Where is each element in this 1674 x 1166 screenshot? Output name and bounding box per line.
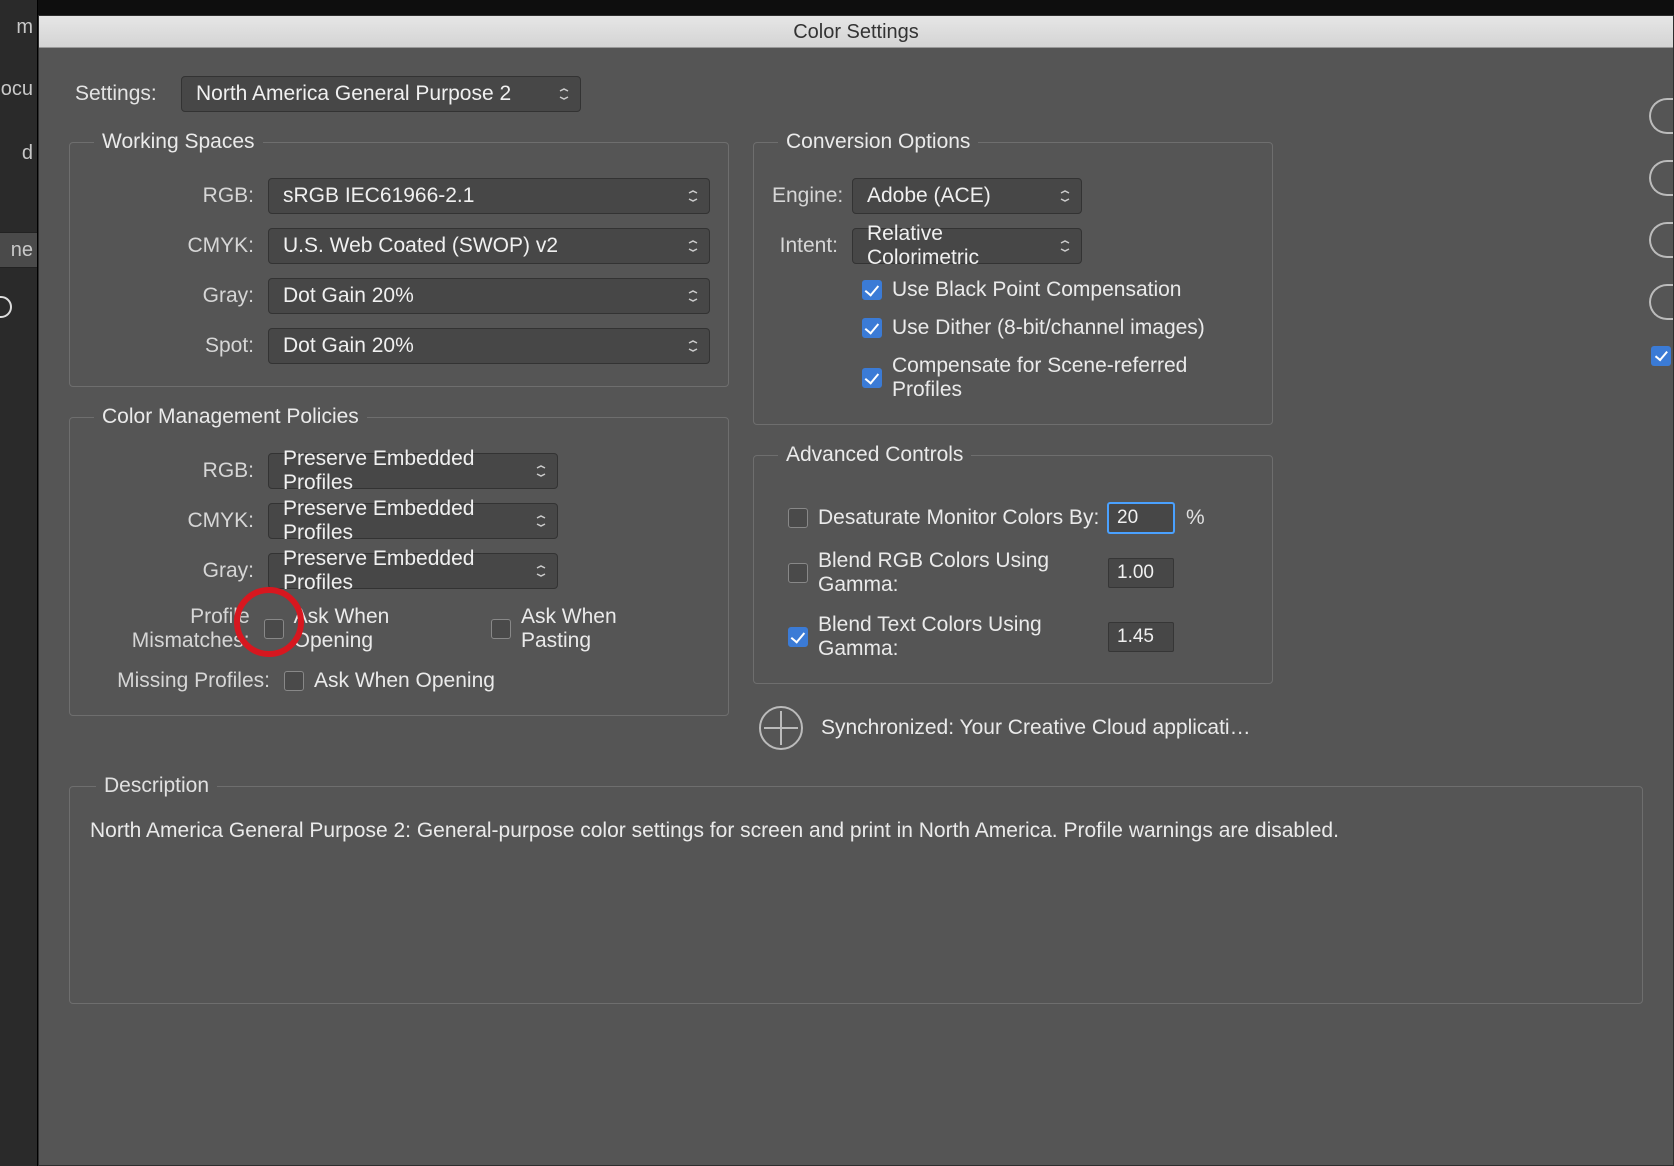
app-sidebar-fragment: m ocu d ne bbox=[0, 0, 38, 1166]
dither-checkbox[interactable] bbox=[862, 318, 882, 338]
rgb-label: RGB: bbox=[88, 184, 268, 208]
dialog-titlebar: Color Settings bbox=[39, 16, 1673, 48]
chevron-down-icon bbox=[535, 515, 547, 527]
sidebar-selected-item[interactable]: ne bbox=[0, 232, 37, 268]
chevron-down-icon bbox=[687, 290, 699, 302]
description-legend: Description bbox=[96, 774, 217, 798]
dither-label[interactable]: Use Dither (8-bit/channel images) bbox=[892, 316, 1205, 340]
spot-select-value: Dot Gain 20% bbox=[283, 334, 414, 358]
chevron-down-icon bbox=[1059, 190, 1071, 202]
gray-select[interactable]: Dot Gain 20% bbox=[268, 278, 710, 314]
chevron-down-icon bbox=[687, 190, 699, 202]
chevron-down-icon bbox=[687, 240, 699, 252]
sidebar-circle-icon bbox=[0, 296, 12, 318]
bpc-label[interactable]: Use Black Point Compensation bbox=[892, 278, 1181, 302]
policy-cmyk-label: CMYK: bbox=[88, 509, 268, 533]
blend-rgb-label[interactable]: Blend RGB Colors Using Gamma: bbox=[818, 549, 1108, 597]
policy-rgb-value: Preserve Embedded Profiles bbox=[283, 447, 523, 495]
profile-mismatches-label: Profile Mismatches: bbox=[88, 605, 264, 653]
working-spaces-legend: Working Spaces bbox=[94, 130, 263, 154]
color-policies-group: Color Management Policies RGB: Preserve … bbox=[69, 405, 729, 716]
blend-text-checkbox[interactable] bbox=[788, 627, 808, 647]
preview-checkbox-fragment[interactable] bbox=[1651, 346, 1671, 366]
desaturate-input[interactable] bbox=[1108, 503, 1174, 533]
engine-select[interactable]: Adobe (ACE) bbox=[852, 178, 1082, 214]
rgb-select[interactable]: sRGB IEC61966-2.1 bbox=[268, 178, 710, 214]
policy-gray-label: Gray: bbox=[88, 559, 268, 583]
intent-value: Relative Colorimetric bbox=[867, 222, 1047, 270]
sidebar-text-frag: m bbox=[16, 16, 33, 39]
missing-profiles-label: Missing Profiles: bbox=[88, 669, 284, 693]
color-policies-legend: Color Management Policies bbox=[94, 405, 367, 429]
missing-open-label[interactable]: Ask When Opening bbox=[314, 669, 495, 693]
policy-gray-select[interactable]: Preserve Embedded Profiles bbox=[268, 553, 558, 589]
scene-label[interactable]: Compensate for Scene-referred Profiles bbox=[892, 354, 1254, 402]
topbar-fragment bbox=[38, 0, 1674, 15]
advanced-controls-group: Advanced Controls Desaturate Monitor Col… bbox=[753, 443, 1273, 684]
sidebar-text-frag: ne bbox=[11, 239, 33, 262]
description-group: Description North America General Purpos… bbox=[69, 774, 1643, 1004]
dialog-title: Color Settings bbox=[793, 21, 919, 43]
intent-label: Intent: bbox=[772, 234, 852, 258]
sidebar-text-frag: ocu bbox=[1, 78, 33, 101]
cmyk-select[interactable]: U.S. Web Coated (SWOP) v2 bbox=[268, 228, 710, 264]
side-button-fragment[interactable] bbox=[1649, 98, 1673, 134]
mismatch-open-checkbox[interactable] bbox=[264, 619, 284, 639]
chevron-down-icon bbox=[535, 465, 547, 477]
blend-rgb-input[interactable] bbox=[1108, 558, 1174, 588]
settings-label: Settings: bbox=[75, 82, 171, 106]
policy-cmyk-select[interactable]: Preserve Embedded Profiles bbox=[268, 503, 558, 539]
bpc-checkbox[interactable] bbox=[862, 280, 882, 300]
intent-select[interactable]: Relative Colorimetric bbox=[852, 228, 1082, 264]
working-spaces-group: Working Spaces RGB: sRGB IEC61966-2.1 CM… bbox=[69, 130, 729, 387]
side-button-fragment[interactable] bbox=[1649, 222, 1673, 258]
policy-rgb-select[interactable]: Preserve Embedded Profiles bbox=[268, 453, 558, 489]
cmyk-label: CMYK: bbox=[88, 234, 268, 258]
engine-value: Adobe (ACE) bbox=[867, 184, 991, 208]
advanced-controls-legend: Advanced Controls bbox=[778, 443, 971, 467]
spot-label: Spot: bbox=[88, 334, 268, 358]
settings-select[interactable]: North America General Purpose 2 bbox=[181, 76, 581, 112]
rgb-select-value: sRGB IEC61966-2.1 bbox=[283, 184, 474, 208]
desaturate-checkbox[interactable] bbox=[788, 508, 808, 528]
color-settings-dialog: Color Settings Settings: North America G… bbox=[38, 15, 1674, 1166]
sync-status-text: Synchronized: Your Creative Cloud applic… bbox=[821, 716, 1261, 740]
chevron-down-icon bbox=[687, 340, 699, 352]
blend-rgb-checkbox[interactable] bbox=[788, 563, 808, 583]
chevron-down-icon bbox=[1059, 240, 1071, 252]
description-text: North America General Purpose 2: General… bbox=[90, 816, 1622, 846]
settings-select-value: North America General Purpose 2 bbox=[196, 82, 511, 106]
desaturate-label[interactable]: Desaturate Monitor Colors By: bbox=[818, 506, 1108, 530]
mismatch-open-label[interactable]: Ask When Opening bbox=[294, 605, 451, 653]
side-button-fragment[interactable] bbox=[1649, 160, 1673, 196]
missing-open-checkbox[interactable] bbox=[284, 671, 304, 691]
side-button-fragment[interactable] bbox=[1649, 284, 1673, 320]
conversion-options-group: Conversion Options Engine: Adobe (ACE) I… bbox=[753, 130, 1273, 425]
policy-gray-value: Preserve Embedded Profiles bbox=[283, 547, 523, 595]
mismatch-paste-checkbox[interactable] bbox=[491, 619, 511, 639]
blend-text-input[interactable] bbox=[1108, 622, 1174, 652]
policy-rgb-label: RGB: bbox=[88, 459, 268, 483]
chevron-down-icon bbox=[558, 88, 570, 100]
conversion-options-legend: Conversion Options bbox=[778, 130, 978, 154]
sidebar-text-frag: d bbox=[22, 142, 33, 165]
sync-icon bbox=[759, 706, 803, 750]
scene-checkbox[interactable] bbox=[862, 368, 882, 388]
dialog-side-buttons-fragment bbox=[1643, 98, 1673, 366]
engine-label: Engine: bbox=[772, 184, 852, 208]
mismatch-paste-label[interactable]: Ask When Pasting bbox=[521, 605, 670, 653]
percent-label: % bbox=[1186, 506, 1205, 530]
gray-select-value: Dot Gain 20% bbox=[283, 284, 414, 308]
chevron-down-icon bbox=[535, 565, 547, 577]
spot-select[interactable]: Dot Gain 20% bbox=[268, 328, 710, 364]
gray-label: Gray: bbox=[88, 284, 268, 308]
blend-text-label[interactable]: Blend Text Colors Using Gamma: bbox=[818, 613, 1108, 661]
cmyk-select-value: U.S. Web Coated (SWOP) v2 bbox=[283, 234, 558, 258]
policy-cmyk-value: Preserve Embedded Profiles bbox=[283, 497, 523, 545]
